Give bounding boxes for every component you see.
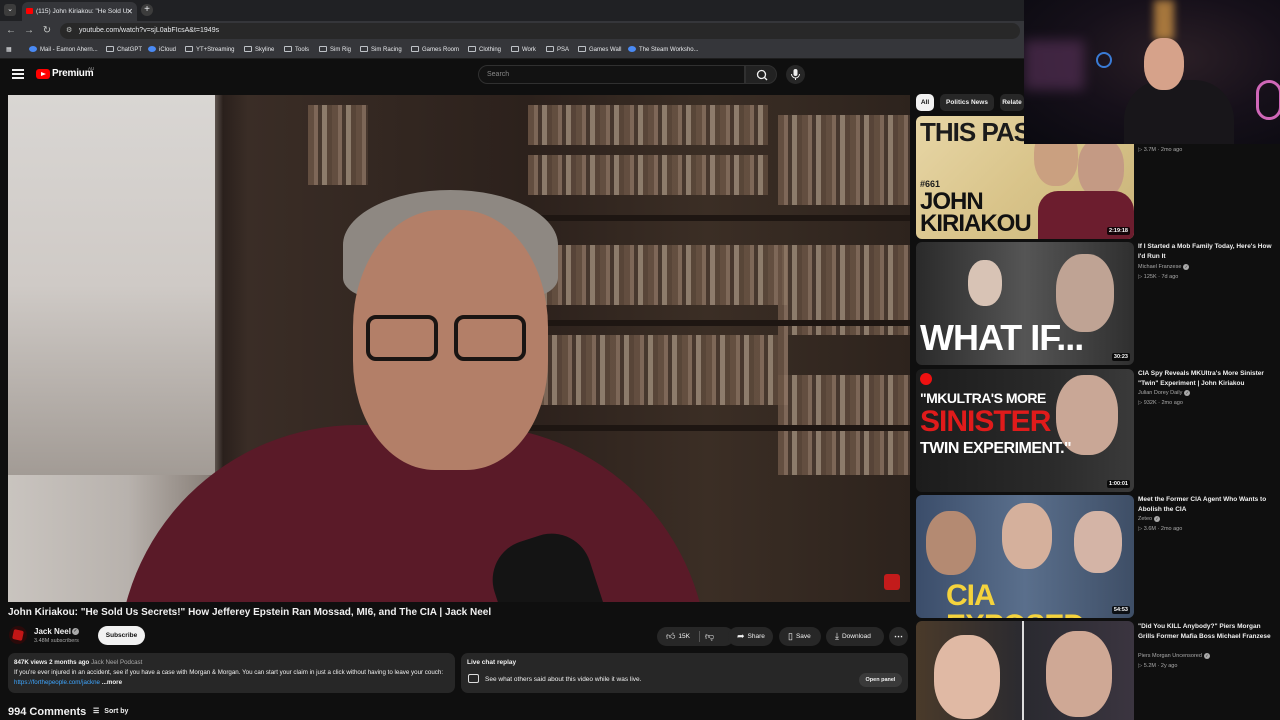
rec-thumbnail-3[interactable]: "MKULTRA'S MORE SINISTER TWIN EXPERIMENT… xyxy=(916,369,1134,492)
bookmark-games-wall[interactable]: Games Wall xyxy=(578,44,621,56)
more-actions-icon[interactable]: ⋯ xyxy=(889,627,908,646)
show-more-link[interactable]: ...more xyxy=(102,679,122,686)
description-text: If you're ever injured in an accident, s… xyxy=(14,669,444,676)
comments-count: 994 Comments xyxy=(8,706,87,718)
rec-title-2[interactable]: If I Started a Mob Family Today, Here's … xyxy=(1138,242,1273,262)
chip-all[interactable]: All xyxy=(916,94,934,111)
description-link[interactable]: https://forthepeople.com/jackne xyxy=(14,679,100,686)
tab-title: (115) John Kiriakou: "He Sold U xyxy=(36,8,128,15)
window-background xyxy=(8,95,215,475)
chip-politics-news[interactable]: Politics News xyxy=(940,94,994,111)
rec-stats-3: ▷ 932K · 2mo ago xyxy=(1138,400,1183,406)
voice-search-button[interactable] xyxy=(786,65,805,84)
new-tab-icon[interactable]: + xyxy=(141,4,153,16)
thumbs-down-icon[interactable]: 👎︎ xyxy=(705,627,714,646)
browser-tab[interactable]: (115) John Kiriakou: "He Sold U ✕ xyxy=(22,2,137,21)
sort-by-button[interactable]: ☰ Sort by xyxy=(93,707,128,715)
rec-channel-4[interactable]: Zeteo ✓ xyxy=(1138,516,1161,522)
bookmark-chatgpt[interactable]: ChatGPT xyxy=(106,44,142,56)
region-label: AU xyxy=(88,66,95,71)
youtube-favicon-icon xyxy=(26,8,33,14)
rec-thumbnail-5[interactable] xyxy=(916,621,1134,720)
search-icon xyxy=(756,69,768,81)
save-button[interactable]: ▯ Save xyxy=(779,627,821,646)
download-button[interactable]: ⤓ Download xyxy=(826,627,884,646)
menu-icon[interactable] xyxy=(12,69,24,79)
rec-stats-2: ▷ 125K · 7d ago xyxy=(1138,274,1179,280)
site-info-icon[interactable]: ⚙ xyxy=(66,23,72,39)
channel-avatar[interactable] xyxy=(9,626,27,644)
bookmark-psa[interactable]: PSA xyxy=(546,44,569,56)
podcast-link[interactable]: Jack Neel Podcast xyxy=(91,659,142,666)
url-field[interactable]: ⚙ youtube.com/watch?v=sjL0abFIcsA&t=1949… xyxy=(60,23,1020,39)
video-player[interactable] xyxy=(8,95,910,602)
chip-related[interactable]: Relate xyxy=(1000,94,1024,111)
url-text: youtube.com/watch?v=sjL0abFIcsA&t=1949s xyxy=(79,27,220,34)
youtube-play-icon xyxy=(36,69,50,79)
subscriber-count: 3.48M subscribers xyxy=(34,638,79,644)
live-chat-title: Live chat replay xyxy=(467,659,517,666)
bookmark-skyline[interactable]: Skyline xyxy=(244,44,274,56)
bookmark-work[interactable]: Work xyxy=(511,44,536,56)
description-box[interactable]: 847K views 2 months ago Jack Neel Podcas… xyxy=(8,653,455,693)
bookmark-clothing[interactable]: Clothing xyxy=(468,44,501,56)
video-title: John Kiriakou: "He Sold Us Secrets!" How… xyxy=(8,607,492,618)
bookmark-yt-streaming[interactable]: YT+Streaming xyxy=(185,44,235,56)
rec-channel-3[interactable]: Julian Dorey Daily ✓ xyxy=(1138,390,1191,396)
rec-channel-5[interactable]: Piers Morgan Uncensored ✓ xyxy=(1138,653,1210,659)
bookmark-sim-rig[interactable]: Sim Rig xyxy=(319,44,351,56)
microphone-icon xyxy=(791,69,800,80)
back-icon[interactable]: ← xyxy=(4,24,18,38)
bookmark-icon: ▯ xyxy=(788,631,793,641)
apps-icon[interactable]: ▦ xyxy=(6,44,12,56)
rec-duration-4: 54:53 xyxy=(1111,606,1130,614)
rec-duration-2: 30:23 xyxy=(1111,353,1130,361)
rec-thumbnail-2[interactable]: WHAT IF... 30:23 xyxy=(916,242,1134,365)
rec-duration-3: 1:00:01 xyxy=(1107,480,1130,488)
bookmark-tools[interactable]: Tools xyxy=(284,44,309,56)
tab-search-icon[interactable]: ⌄ xyxy=(4,4,16,16)
sort-icon: ☰ xyxy=(93,708,100,715)
speaker-glasses xyxy=(366,315,531,363)
rec-title-4[interactable]: Meet the Former CIA Agent Who Wants to A… xyxy=(1138,495,1273,515)
rec-channel-2[interactable]: Michael Franzese ✓ xyxy=(1138,264,1190,270)
live-chat-subtitle: See what others said about this video wh… xyxy=(485,676,642,683)
rec-stats-1: ▷ 3.7M · 2mo ago xyxy=(1138,147,1183,153)
chat-icon xyxy=(468,674,479,683)
upload-age: 2 months ago xyxy=(49,659,90,666)
subscribe-button[interactable]: Subscribe xyxy=(98,626,145,645)
bookmark-mail[interactable]: Mail - Eamon Ahern... xyxy=(29,44,98,56)
rec-stats-5: ▷ 5.2M · 2y ago xyxy=(1138,663,1178,669)
download-icon: ⤓ xyxy=(835,631,839,641)
like-dislike-group[interactable]: 👍︎ 15K 👎︎ xyxy=(657,627,734,646)
channel-name[interactable]: Jack Neel xyxy=(34,627,71,636)
like-count: 15K xyxy=(678,633,690,640)
share-button[interactable]: ➦ Share xyxy=(728,627,773,646)
bookmark-icloud[interactable]: iCloud xyxy=(148,44,176,56)
bookmark-steam-workshop[interactable]: The Steam Worksho... xyxy=(628,44,699,56)
rec-thumbnail-4[interactable]: CIA EXPOSED 54:53 xyxy=(916,495,1134,618)
share-icon: ➦ xyxy=(737,631,745,641)
rec-stats-4: ▷ 3.6M · 2mo ago xyxy=(1138,526,1183,532)
bookmark-games-room[interactable]: Games Room xyxy=(411,44,459,56)
rec-duration-1: 2:19:18 xyxy=(1107,227,1130,235)
forward-icon[interactable]: → xyxy=(22,24,36,38)
channel-watermark-icon[interactable] xyxy=(884,574,900,590)
rec-title-5[interactable]: "Did You KILL Anybody?" Piers Morgan Gri… xyxy=(1138,622,1273,642)
reload-icon[interactable]: ↻ xyxy=(40,24,54,38)
thumbs-up-icon[interactable]: 👍︎ xyxy=(666,627,675,646)
bookmark-sim-racing[interactable]: Sim Racing xyxy=(360,44,402,56)
close-tab-icon[interactable]: ✕ xyxy=(126,2,133,21)
webcam-overlay xyxy=(1024,0,1280,144)
search-button[interactable] xyxy=(745,65,777,84)
search-input[interactable]: Search xyxy=(478,65,745,84)
live-chat-replay-panel: Live chat replay See what others said ab… xyxy=(461,653,908,693)
view-count: 847K views xyxy=(14,659,48,666)
open-panel-button[interactable]: Open panel xyxy=(859,673,902,687)
rec-title-3[interactable]: CIA Spy Reveals MKUltra's More Sinister … xyxy=(1138,369,1273,389)
verified-icon: ✓ xyxy=(72,628,79,635)
